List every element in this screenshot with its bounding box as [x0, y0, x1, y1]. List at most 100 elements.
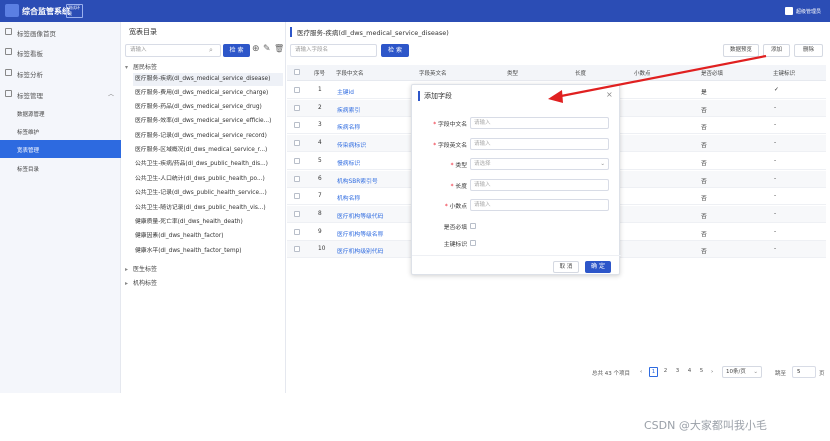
tree-root-institution[interactable]: ▸ 机构标签 — [125, 278, 157, 287]
app-title: 综合监管系统 — [22, 7, 70, 16]
page-size-value: 10条/页 — [726, 369, 746, 375]
cancel-button[interactable]: 取 消 — [553, 261, 579, 273]
row-checkbox[interactable] — [294, 246, 300, 253]
cell-field-cn-link[interactable]: 机构名称 — [337, 193, 360, 202]
tree-leaf[interactable]: 医疗服务-疾病(dl_dws_medical_service_disease) — [133, 73, 283, 86]
cell-field-cn-link[interactable]: 慢病标识 — [337, 158, 360, 167]
cell-field-cn-link[interactable]: 传染病标识 — [337, 140, 366, 149]
primary-key-checkbox-label: 主键标识 — [443, 242, 467, 248]
sidebar-item-label: 标签管理 — [17, 92, 43, 100]
user-avatar-icon[interactable] — [785, 7, 793, 15]
page-number[interactable]: 4 — [685, 367, 694, 377]
cell-field-cn-link[interactable]: 医疗机构级别代码 — [337, 246, 383, 255]
catalog-search-button[interactable]: 检 索 — [223, 44, 250, 57]
cell-required: 否 — [701, 143, 707, 150]
tree-leaf[interactable]: 健康质量-死亡率(dl_dws_health_death) — [135, 216, 243, 229]
cell-field-cn-link[interactable]: 医疗机构等级名称 — [337, 229, 383, 238]
form-input[interactable]: 请输入 — [470, 199, 609, 211]
page-number[interactable]: 5 — [697, 367, 706, 377]
add-circle-icon[interactable]: ⊕ — [252, 44, 260, 54]
page-number[interactable]: 2 — [661, 367, 670, 377]
row-checkbox[interactable] — [294, 87, 300, 93]
row-checkbox[interactable] — [294, 140, 300, 147]
placeholder-text: 请输入 — [474, 141, 491, 147]
sidebar-item-home[interactable]: 标签画像首页 — [0, 22, 121, 42]
tree-leaf[interactable]: 医疗服务-药品(dl_dws_medical_service_drug) — [135, 101, 262, 114]
row-checkbox[interactable] — [294, 175, 300, 182]
cell-field-cn-link[interactable]: 主键id — [337, 87, 354, 96]
sidebar-item-label: 标签分析 — [17, 71, 43, 79]
caret-down-icon: ▾ — [125, 64, 129, 71]
cell-primary-key: - — [774, 104, 777, 111]
confirm-button[interactable]: 确 定 — [585, 261, 611, 273]
tree-root-doctor[interactable]: ▸ 医生标签 — [125, 264, 157, 273]
sidebar-subitem-datasource[interactable]: 数据源管理 — [0, 104, 121, 122]
row-checkbox[interactable] — [294, 157, 300, 164]
column-header: 字段英文名 — [419, 71, 447, 77]
cell-field-cn-link[interactable]: 机构SBR索引号 — [337, 176, 378, 185]
select-all-checkbox[interactable] — [294, 69, 300, 75]
user-name[interactable]: 超级管理员 — [796, 8, 821, 15]
row-checkbox[interactable] — [294, 193, 300, 200]
cell-field-cn-link[interactable]: 医疗机构等级代码 — [337, 211, 383, 220]
field-search-input[interactable]: 请输入字段名 — [290, 44, 377, 57]
jump-page-input[interactable]: 5 — [792, 366, 816, 378]
sidebar-item-analysis[interactable]: 标签分析 — [0, 63, 121, 83]
cell-required: 否 — [701, 178, 707, 185]
sidebar: 标签画像首页 标签看板 标签分析 标签管理 ︿ 数据源管理 标签维护 宽表管理 … — [0, 22, 121, 393]
cell-field-cn-link[interactable]: 疾病索引 — [337, 105, 360, 114]
trash-icon[interactable]: 🗑 — [274, 44, 284, 53]
row-checkbox[interactable] — [294, 210, 300, 217]
add-button[interactable]: 添加 — [763, 44, 790, 57]
required-checkbox[interactable] — [470, 223, 476, 229]
tree-leaf[interactable]: 健康水平(dl_dws_health_factor_temp) — [135, 245, 242, 258]
dashboard-icon — [5, 48, 12, 55]
form-input[interactable]: 请输入 — [470, 117, 609, 129]
cell-required: 否 — [701, 196, 707, 203]
sidebar-subitem-wide-table[interactable]: 宽表管理 — [0, 140, 121, 158]
data-preview-button[interactable]: 数据预览 — [723, 44, 759, 57]
row-checkbox[interactable] — [294, 122, 300, 129]
field-search-button[interactable]: 检 索 — [381, 44, 409, 57]
catalog-search-input[interactable]: 请输入 — [125, 44, 221, 57]
page-number[interactable]: 3 — [673, 367, 682, 377]
cell-primary-key: - — [774, 157, 777, 164]
page-next-icon[interactable]: › — [711, 369, 713, 375]
sidebar-item-dashboard[interactable]: 标签看板 — [0, 42, 121, 62]
row-checkbox[interactable] — [294, 228, 300, 235]
form-label-text: 长度 — [455, 184, 467, 190]
tree-root-resident[interactable]: ▾ 居民标签 — [125, 62, 157, 71]
tree-root-label: 机构标签 — [133, 280, 158, 287]
edit-icon[interactable]: ✎ — [263, 44, 271, 54]
sidebar-subitem-tag-catalog[interactable]: 标签目录 — [0, 159, 121, 177]
form-input[interactable]: 请输入 — [470, 138, 609, 150]
page-prev-icon[interactable]: ‹ — [640, 369, 642, 375]
primary-key-checkbox[interactable] — [470, 240, 476, 246]
caret-right-icon: ▸ — [125, 266, 129, 273]
cell-primary-key: - — [774, 175, 777, 182]
tree-leaf[interactable]: 健康因素(dl_dws_health_factor) — [135, 230, 223, 243]
sidebar-subitem-tag-maintenance[interactable]: 标签维护 — [0, 122, 121, 140]
form-input[interactable]: 请输入 — [470, 179, 609, 191]
delete-button[interactable]: 删除 — [794, 44, 823, 57]
sidebar-item-tag-management[interactable]: 标签管理 ︿ — [0, 84, 121, 104]
tree-leaf[interactable]: 医疗服务-效率(dl_dws_medical_service_efficie..… — [135, 115, 271, 128]
tree-leaf[interactable]: 医疗服务-费用(dl_dws_medical_service_charge) — [135, 87, 268, 100]
pagination-total: 总共 43 个项目 — [592, 371, 630, 377]
row-checkbox[interactable] — [294, 104, 300, 111]
cell-field-cn-link[interactable]: 疾病名称 — [337, 122, 360, 131]
tree-leaf[interactable]: 公共卫生-随访记录(dl_dws_public_health_vis...) — [135, 202, 266, 215]
type-select[interactable]: 请选择 ⌄ — [470, 158, 609, 170]
tree-leaf[interactable]: 公共卫生-疾病/药品(dl_dws_public_health_dis...) — [135, 158, 268, 171]
tree-leaf[interactable]: 医疗服务-区域概况(dl_dws_medical_service_r...) — [135, 144, 267, 157]
page-size-select[interactable]: 10条/页 ⌄ — [722, 366, 762, 378]
management-icon — [5, 90, 12, 97]
cell-primary-key: - — [774, 122, 777, 129]
cell-index: 3 — [318, 122, 322, 129]
tree-leaf[interactable]: 公共卫生-人口统计(dl_dws_public_health_po...) — [135, 173, 265, 186]
tree-leaf[interactable]: 公共卫生-记录(dl_dws_public_health_service...) — [135, 187, 267, 200]
cell-required: 否 — [701, 249, 707, 256]
tree-leaf[interactable]: 医疗服务-记录(dl_dws_medical_service_record) — [135, 130, 267, 143]
close-icon[interactable]: × — [606, 90, 613, 99]
page-number[interactable]: 1 — [649, 367, 658, 377]
